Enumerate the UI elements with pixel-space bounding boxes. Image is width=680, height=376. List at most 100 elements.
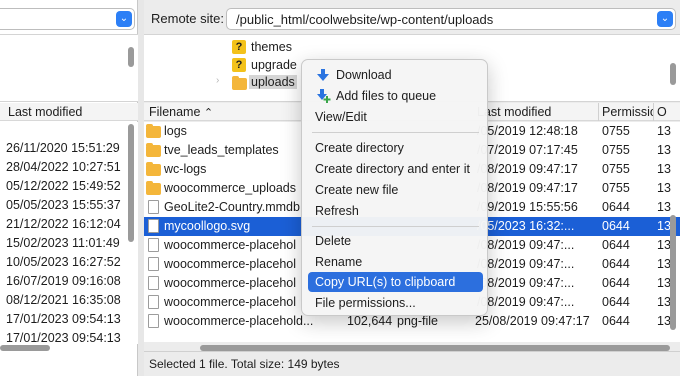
file-owner: 13 <box>657 162 671 176</box>
folder-icon <box>146 162 161 176</box>
menu-item-copy-url[interactable]: Copy URL(s) to clipboard <box>308 272 483 292</box>
tree-item-label: upgrade <box>251 58 297 72</box>
file-owner: 13 <box>657 295 671 309</box>
menu-item-label: View/Edit <box>315 110 367 124</box>
file-owner: 13 <box>657 314 671 328</box>
file-name: mycoollogo.svg <box>164 219 251 233</box>
menu-item-rename[interactable]: Rename <box>315 252 362 272</box>
remote-path-value[interactable]: /public_html/coolwebsite/wp-content/uplo… <box>236 12 493 27</box>
sort-ascending-icon: ⌃ <box>203 107 214 119</box>
folder-icon <box>146 143 161 157</box>
local-path-combo[interactable]: ⌄ <box>0 8 135 30</box>
file-name: logs <box>164 124 187 138</box>
file-name: wc-logs <box>164 162 207 176</box>
menu-item-refresh[interactable]: Refresh <box>315 201 359 221</box>
file-name: woocommerce-placehol <box>164 276 297 290</box>
column-filename-label: Filename <box>149 105 201 119</box>
folder-icon <box>232 76 247 90</box>
column-last-modified[interactable]: Last modified <box>8 105 82 119</box>
file-name: woocommerce-placehol <box>164 295 297 309</box>
file-modified: /05/2023 16:32:... <box>477 219 575 233</box>
list-item-date: 08/12/2021 16:35:08 <box>6 293 121 307</box>
tree-item-label: uploads <box>249 75 297 89</box>
menu-item-view-edit[interactable]: View/Edit <box>315 107 367 127</box>
file-modified: /08/2019 09:47:... <box>477 276 575 290</box>
column-filename[interactable]: Filename ⌃ <box>149 105 213 119</box>
file-owner: 13 <box>657 276 671 290</box>
file-name: GeoLite2-Country.mmdb <box>164 200 300 214</box>
file-permissions: 0644 <box>602 314 630 328</box>
column-permissions[interactable]: Permissio <box>602 105 654 119</box>
file-modified: /05/2019 12:48:18 <box>477 124 578 138</box>
file-icon <box>148 276 159 290</box>
remote-list-scrollbar[interactable] <box>670 215 676 330</box>
local-horizontal-scrollbar[interactable] <box>0 345 50 351</box>
column-owner[interactable]: O <box>657 105 667 119</box>
file-permissions: 0755 <box>602 143 630 157</box>
dropdown-chevron-icon[interactable]: ⌄ <box>116 11 132 27</box>
list-item-date: 05/05/2023 15:55:37 <box>6 198 121 212</box>
file-modified: /08/2019 09:47:... <box>477 257 575 271</box>
file-name: woocommerce-placehold... <box>164 314 314 328</box>
file-icon <box>148 200 159 214</box>
file-permissions: 0755 <box>602 162 630 176</box>
list-item-date: 28/04/2022 10:27:51 <box>6 160 121 174</box>
file-permissions: 0755 <box>602 181 630 195</box>
file-icon <box>148 219 159 233</box>
local-list-scrollbar[interactable] <box>128 124 134 242</box>
local-directory-tree[interactable] <box>0 34 138 102</box>
file-owner: 13 <box>657 181 671 195</box>
list-item-date: 21/12/2022 16:12:04 <box>6 217 121 231</box>
column-divider <box>653 103 654 121</box>
column-last-modified[interactable]: Last modified <box>477 105 551 119</box>
add-to-queue-icon <box>317 89 331 103</box>
remote-path-combo[interactable]: /public_html/coolwebsite/wp-content/uplo… <box>226 8 676 30</box>
expand-chevron-icon[interactable]: › <box>216 75 219 86</box>
file-owner: 13 <box>657 219 671 233</box>
context-menu: Download Add files to queue View/Edit Cr… <box>301 59 488 316</box>
menu-item-label: Copy URL(s) to clipboard <box>315 275 456 289</box>
file-modified: /08/2019 09:47:17 <box>477 162 578 176</box>
menu-item-label: Refresh <box>315 204 359 218</box>
menu-item-create-directory-enter[interactable]: Create directory and enter it <box>315 159 470 179</box>
unknown-folder-icon: ? <box>232 58 246 72</box>
list-item-date: 05/12/2022 15:49:52 <box>6 179 121 193</box>
local-tree-scrollbar[interactable] <box>128 47 134 67</box>
file-permissions: 0644 <box>602 276 630 290</box>
file-permissions: 0644 <box>602 295 630 309</box>
list-item-date: 15/02/2023 11:01:49 <box>6 236 120 250</box>
menu-item-label: Add files to queue <box>336 89 437 103</box>
menu-item-label: File permissions... <box>315 296 416 310</box>
local-file-list[interactable]: 26/11/2020 15:51:29 28/04/2022 10:27:51 … <box>0 122 138 345</box>
menu-item-file-permissions[interactable]: File permissions... <box>315 293 416 313</box>
menu-item-delete[interactable]: Delete <box>315 231 351 251</box>
menu-item-label: Delete <box>315 234 352 248</box>
list-item-date: 10/05/2023 16:27:52 <box>6 255 121 269</box>
file-modified: /09/2019 15:55:56 <box>477 200 578 214</box>
file-icon <box>148 238 159 252</box>
file-modified: /08/2019 09:47:... <box>477 238 575 252</box>
menu-separator <box>312 226 479 227</box>
remote-site-label: Remote site: <box>151 11 224 26</box>
unknown-folder-icon: ? <box>232 40 246 54</box>
menu-item-create-directory[interactable]: Create directory <box>315 138 404 158</box>
tree-item-label: themes <box>251 40 292 54</box>
file-name: woocommerce-placehol <box>164 257 297 271</box>
remote-tree-scrollbar[interactable] <box>670 63 676 85</box>
menu-item-label: Download <box>336 68 392 82</box>
menu-separator <box>312 132 479 133</box>
file-icon <box>148 295 159 309</box>
menu-item-create-new-file[interactable]: Create new file <box>315 180 398 200</box>
file-owner: 13 <box>657 200 671 214</box>
column-divider <box>598 103 599 121</box>
menu-item-label: Rename <box>315 255 363 269</box>
dropdown-chevron-icon[interactable]: ⌄ <box>657 11 673 27</box>
status-text: Selected 1 file. Total size: 149 bytes <box>149 357 340 371</box>
file-permissions: 0644 <box>602 219 630 233</box>
file-permissions: 0644 <box>602 200 630 214</box>
status-bar: Selected 1 file. Total size: 149 bytes <box>144 351 680 376</box>
file-name: woocommerce-placehol <box>164 238 297 252</box>
file-permissions: 0755 <box>602 124 630 138</box>
file-permissions: 0644 <box>602 238 630 252</box>
download-arrow-icon <box>317 69 329 81</box>
